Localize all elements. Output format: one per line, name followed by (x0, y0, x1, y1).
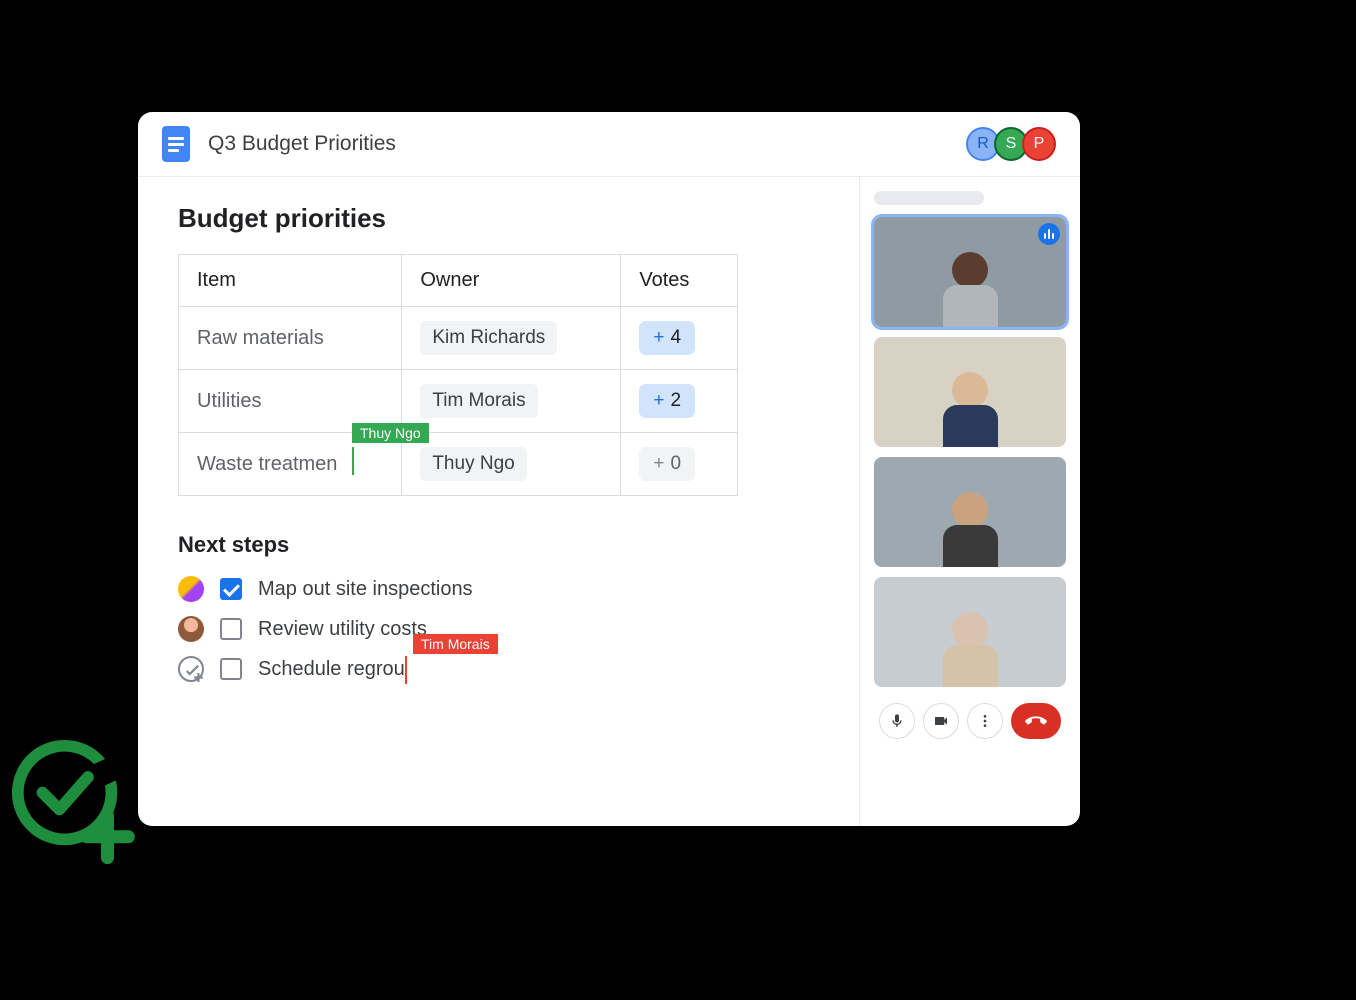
collaborator-cursor-label: Thuy Ngo (352, 423, 429, 443)
collaborator-cursor (405, 656, 407, 684)
vote-chip[interactable]: +4 (639, 321, 695, 355)
call-controls (874, 703, 1066, 739)
table-row[interactable]: Utilities Tim Morais +2 (179, 370, 738, 433)
video-participant-tile[interactable] (874, 577, 1066, 687)
vote-chip[interactable]: +2 (639, 384, 695, 418)
assign-task-icon[interactable] (178, 656, 204, 682)
table-row[interactable]: Raw materials Kim Richards +4 (179, 307, 738, 370)
video-call-panel (860, 177, 1080, 826)
table-row[interactable]: Waste treatmen Thuy Ngo Thuy Ngo +0 (179, 433, 738, 496)
task-text[interactable]: Review utility costs (258, 618, 427, 641)
more-vertical-icon (977, 713, 993, 729)
video-camera-icon (933, 713, 949, 729)
document-header: Q3 Budget Priorities R S P (138, 112, 1080, 177)
item-cell[interactable]: Raw materials (179, 307, 402, 370)
video-participant-tile[interactable] (874, 217, 1066, 327)
table-header-owner: Owner (402, 255, 621, 307)
hangup-button[interactable] (1011, 703, 1061, 739)
task-checkbox[interactable] (220, 658, 242, 680)
task-row[interactable]: Schedule regrou Tim Morais (178, 656, 819, 682)
camera-button[interactable] (923, 703, 959, 739)
task-row[interactable]: Map out site inspections (178, 576, 819, 602)
votes-cell[interactable]: +2 (621, 370, 738, 433)
assignee-avatar-icon[interactable] (178, 616, 204, 642)
owner-chip[interactable]: Kim Richards (420, 321, 557, 355)
video-participant-tile[interactable] (874, 337, 1066, 447)
owner-cell[interactable]: Tim Morais (402, 370, 621, 433)
table-header-votes: Votes (621, 255, 738, 307)
next-steps-heading: Next steps (178, 532, 819, 558)
owner-cell[interactable]: Kim Richards (402, 307, 621, 370)
more-options-button[interactable] (967, 703, 1003, 739)
votes-cell[interactable]: +4 (621, 307, 738, 370)
content-area: Budget priorities Item Owner Votes Raw m… (138, 177, 1080, 826)
microphone-icon (889, 713, 905, 729)
task-text[interactable]: Map out site inspections (258, 578, 473, 601)
video-participant-tile[interactable] (874, 457, 1066, 567)
task-checkbox[interactable] (220, 578, 242, 600)
owner-chip[interactable]: Thuy Ngo (420, 447, 526, 481)
collaborator-cursor (352, 447, 354, 475)
section-heading: Budget priorities (178, 203, 819, 234)
document-body[interactable]: Budget priorities Item Owner Votes Raw m… (138, 177, 860, 826)
phone-hangup-icon (1025, 710, 1047, 732)
google-docs-icon[interactable] (162, 126, 190, 162)
app-window: Q3 Budget Priorities R S P Budget priori… (138, 112, 1080, 826)
task-row[interactable]: Review utility costs (178, 616, 819, 642)
mute-button[interactable] (879, 703, 915, 739)
speaking-indicator-icon (1038, 223, 1060, 245)
task-text[interactable]: Schedule regrou Tim Morais (258, 658, 405, 681)
assignee-avatar-icon[interactable] (178, 576, 204, 602)
table-header-item: Item (179, 255, 402, 307)
task-checkbox[interactable] (220, 618, 242, 640)
collaborator-cursor-label: Tim Morais (413, 634, 498, 654)
budget-priorities-table[interactable]: Item Owner Votes Raw materials Kim Richa… (178, 254, 738, 496)
collaborator-avatar[interactable]: P (1022, 127, 1056, 161)
owner-chip[interactable]: Tim Morais (420, 384, 537, 418)
panel-placeholder (874, 191, 984, 205)
vote-chip[interactable]: +0 (639, 447, 695, 481)
collaborator-avatars: R S P (972, 127, 1056, 161)
owner-cell[interactable]: Thuy Ngo (402, 433, 621, 496)
votes-cell[interactable]: +0 (621, 433, 738, 496)
item-cell[interactable]: Waste treatmen Thuy Ngo (179, 433, 402, 496)
document-title[interactable]: Q3 Budget Priorities (208, 132, 972, 156)
